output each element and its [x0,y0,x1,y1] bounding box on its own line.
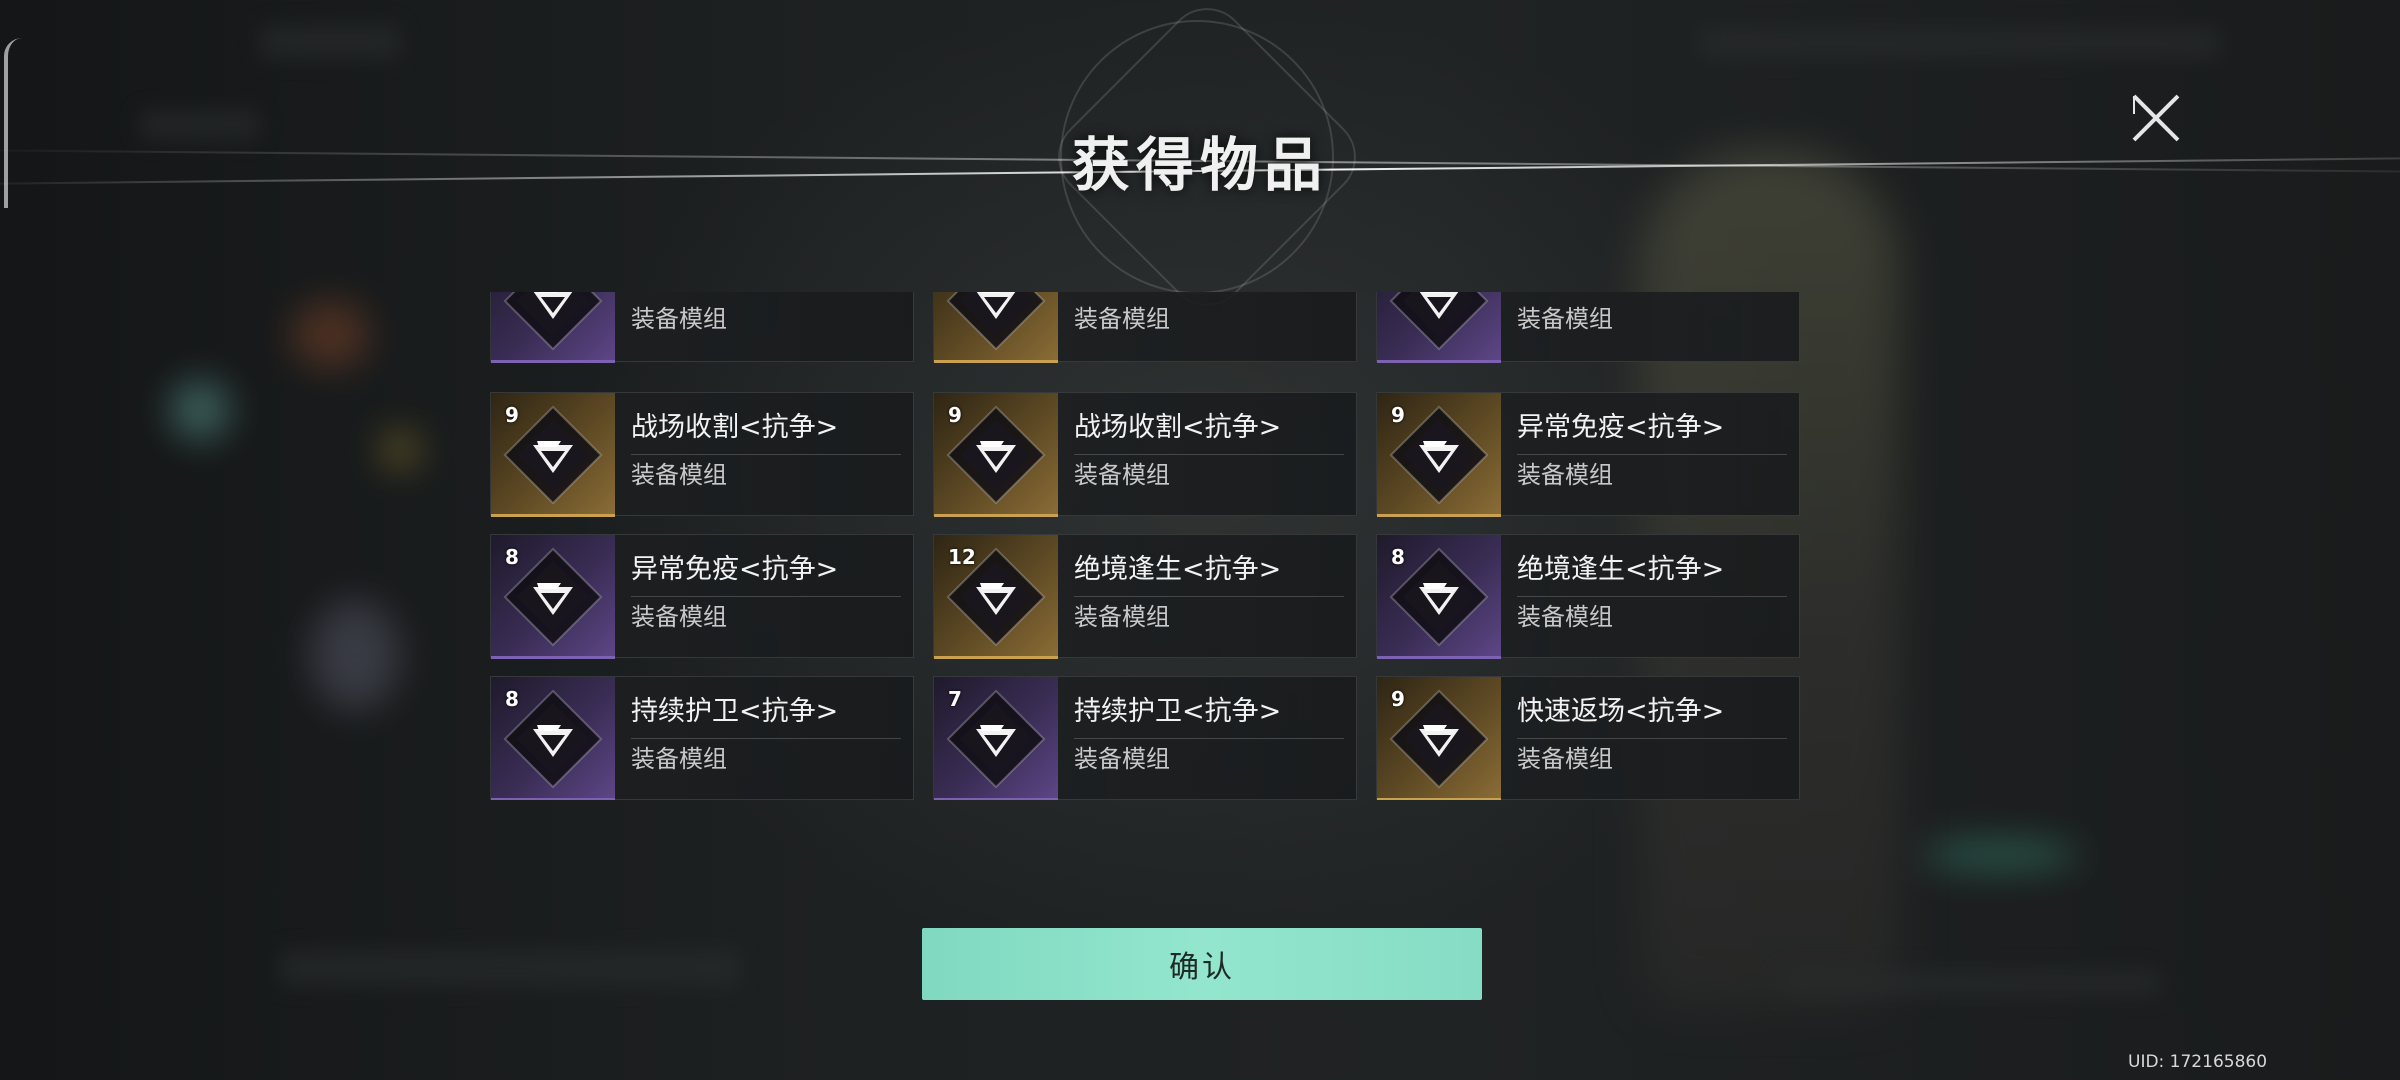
close-x-icon [2132,94,2180,142]
background-glow [380,430,420,470]
reward-item-card[interactable]: 9 快速返场<抗争> 装备模组 [1376,676,1800,800]
background-glow [290,300,370,370]
item-count: 12 [948,545,976,569]
background-glow [170,380,230,440]
module-emblem-icon: 7 [934,677,1058,800]
reward-item-card[interactable]: 8 持续护卫<抗争> 装备模组 [490,676,914,800]
item-type: 装备模组 [1074,461,1170,489]
item-name: 绝境逢生<抗争> [1517,547,1787,597]
item-name: 持续护卫<抗争> [1074,689,1344,739]
item-name: 持续护卫<抗争> [631,689,901,739]
module-emblem-icon: 8 [491,535,615,659]
item-type: 装备模组 [631,461,727,489]
confirm-label: 确认 [1169,950,1235,985]
item-count: 9 [505,403,519,427]
module-emblem-icon: 9 [1377,393,1501,517]
item-name: 绝境逢生<抗争> [1074,547,1344,597]
close-button[interactable] [2128,90,2184,146]
item-count: 7 [948,687,962,711]
background-panel [280,950,740,986]
item-type: 装备模组 [1074,603,1170,631]
item-count: 8 [505,545,519,569]
module-emblem-icon [1377,292,1501,363]
item-type: 装备模组 [1517,603,1613,631]
reward-item-grid[interactable]: 装备模组 装备模组 装备模组 9 战场收割<抗争> 装备模组 9 战场收割<抗争> 装备模组 9 异… [490,292,1800,800]
reward-item-card[interactable]: 7 持续护卫<抗争> 装备模组 [933,676,1357,800]
module-emblem-icon: 9 [491,393,615,517]
background-panel [1700,28,2220,58]
item-type: 装备模组 [1074,305,1170,333]
reward-item-card[interactable]: 装备模组 [490,292,914,363]
item-name: 异常免疫<抗争> [631,547,901,597]
background-panel [260,25,400,59]
reward-item-card[interactable]: 9 异常免疫<抗争> 装备模组 [1376,392,1800,517]
reward-item-card[interactable]: 12 绝境逢生<抗争> 装备模组 [933,534,1357,659]
item-count: 8 [1391,545,1405,569]
item-count: 9 [948,403,962,427]
item-type: 装备模组 [1517,305,1613,333]
item-type: 装备模组 [631,305,727,333]
item-count: 9 [1391,687,1405,711]
background-glow [310,600,400,710]
uid-label: UID: 172165860 [2128,1052,2268,1072]
reward-item-card[interactable]: 8 绝境逢生<抗争> 装备模组 [1376,534,1800,659]
confirm-button[interactable]: 确认 [922,928,1482,1000]
item-type: 装备模组 [631,745,727,773]
item-name: 战场收割<抗争> [631,405,901,455]
item-name: 快速返场<抗争> [1517,689,1787,739]
item-type: 装备模组 [631,603,727,631]
item-name: 异常免疫<抗争> [1517,405,1787,455]
reward-item-card[interactable]: 9 战场收割<抗争> 装备模组 [933,392,1357,517]
reward-item-card[interactable]: 装备模组 [1376,292,1800,363]
module-emblem-icon: 8 [1377,535,1501,659]
module-emblem-icon [934,292,1058,363]
reward-item-card[interactable]: 9 战场收割<抗争> 装备模组 [490,392,914,517]
item-type: 装备模组 [1517,461,1613,489]
reward-item-card[interactable]: 装备模组 [933,292,1357,363]
module-emblem-icon: 8 [491,677,615,800]
item-type: 装备模组 [1517,745,1613,773]
item-count: 9 [1391,403,1405,427]
module-emblem-icon: 12 [934,535,1058,659]
module-emblem-icon [491,292,615,363]
item-count: 8 [505,687,519,711]
module-emblem-icon: 9 [1377,677,1501,800]
dialog-title: 获得物品 [1071,131,1328,199]
item-name: 战场收割<抗争> [1074,405,1344,455]
item-type: 装备模组 [1074,745,1170,773]
reward-item-card[interactable]: 8 异常免疫<抗争> 装备模组 [490,534,914,659]
module-emblem-icon: 9 [934,393,1058,517]
background-glow [1920,840,2080,870]
background-panel [1780,970,2160,996]
